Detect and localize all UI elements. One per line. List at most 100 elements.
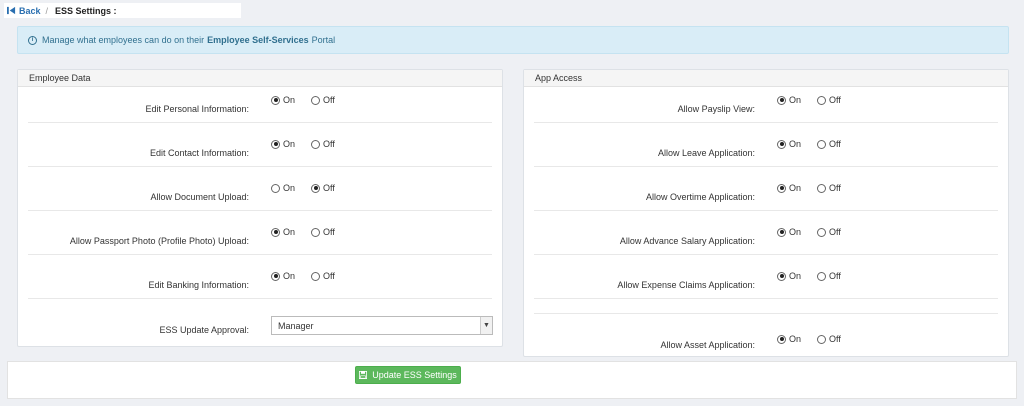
radio-on[interactable]: On [777, 95, 801, 105]
setting-row-edit-contact: Edit Contact Information: On Off [28, 123, 492, 167]
radio-circle-checked[interactable] [271, 227, 280, 237]
radio-off[interactable]: Off [311, 271, 335, 281]
radio-off[interactable]: Off [817, 334, 841, 344]
setting-row-leave: Allow Leave Application: On Off [534, 123, 998, 167]
radio-circle-checked[interactable] [777, 334, 786, 344]
radio-on-label: On [789, 139, 802, 149]
back-link[interactable]: Back [7, 6, 41, 16]
radio-off[interactable]: Off [817, 139, 841, 149]
radio-circle[interactable] [817, 271, 827, 281]
radio-off-label: Off [829, 95, 841, 105]
radio-on-label: On [283, 227, 296, 237]
radio-on[interactable]: On [271, 139, 295, 149]
radio-off[interactable]: Off [311, 227, 335, 237]
radio-on-label: On [789, 334, 802, 344]
radio-circle-checked[interactable] [271, 139, 280, 149]
radio-off[interactable]: Off [817, 183, 841, 193]
setting-row-overtime: Allow Overtime Application: On Off [534, 167, 998, 211]
radio-circle-checked[interactable] [777, 95, 786, 105]
setting-label: Allow Passport Photo (Profile Photo) Upl… [69, 236, 249, 246]
radio-circle[interactable] [817, 95, 827, 105]
setting-label: Allow Expense Claims Application: [617, 280, 755, 290]
radio-off-label: Off [829, 334, 841, 344]
setting-label: Allow Overtime Application: [645, 192, 755, 202]
setting-row-document-upload: Allow Document Upload: On Off [28, 167, 492, 211]
radio-off[interactable]: Off [817, 95, 841, 105]
radio-off[interactable]: Off [311, 95, 335, 105]
radio-off[interactable]: Off [817, 227, 841, 237]
radio-off[interactable]: Off [817, 271, 841, 281]
on-off-group: On Off [271, 183, 351, 193]
on-off-group: On Off [777, 139, 857, 149]
radio-circle[interactable] [311, 139, 321, 149]
radio-on[interactable]: On [777, 183, 801, 193]
radio-circle[interactable] [817, 139, 827, 149]
radio-circle[interactable] [817, 227, 827, 237]
radio-circle-checked[interactable] [777, 227, 786, 237]
on-off-group: On Off [271, 227, 351, 237]
radio-off-label: Off [829, 139, 841, 149]
on-off-group: On Off [777, 183, 857, 193]
radio-circle-checked[interactable] [777, 183, 786, 193]
radio-on-label: On [789, 95, 802, 105]
info-text-after: Portal [311, 35, 336, 45]
setting-label: Allow Payslip View: [677, 104, 755, 114]
on-off-group: On Off [271, 271, 351, 281]
radio-circle-checked[interactable] [311, 183, 321, 193]
radio-on-label: On [283, 95, 296, 105]
radio-on[interactable]: On [777, 271, 801, 281]
radio-circle-checked[interactable] [271, 95, 280, 105]
radio-on[interactable]: On [777, 139, 801, 149]
on-off-group: On Off [777, 95, 857, 105]
radio-circle[interactable] [817, 183, 827, 193]
radio-circle-checked[interactable] [777, 139, 786, 149]
radio-on[interactable]: On [271, 183, 295, 193]
radio-off[interactable]: Off [311, 183, 335, 193]
employee-data-heading: Employee Data [18, 70, 502, 87]
radio-on-label: On [789, 271, 802, 281]
radio-on-label: On [283, 183, 296, 193]
radio-on[interactable]: On [271, 227, 295, 237]
radio-off-label: Off [323, 139, 335, 149]
setting-label: Allow Document Upload: [150, 192, 249, 202]
radio-circle[interactable] [817, 334, 827, 344]
form-footer: Update ESS Settings [7, 361, 1017, 399]
radio-on[interactable]: On [777, 334, 801, 344]
radio-circle[interactable] [271, 183, 280, 193]
chevron-down-icon[interactable]: ▼ [480, 317, 492, 334]
radio-on[interactable]: On [271, 271, 295, 281]
spacer-row [534, 299, 998, 314]
radio-on[interactable]: On [777, 227, 801, 237]
info-icon: i [28, 35, 37, 45]
radio-circle[interactable] [311, 271, 321, 281]
radio-on[interactable]: On [271, 95, 295, 105]
radio-off-label: Off [829, 271, 841, 281]
setting-label: Allow Advance Salary Application: [619, 236, 755, 246]
radio-off-label: Off [829, 183, 841, 193]
setting-row-edit-personal: Edit Personal Information: On Off [28, 88, 492, 123]
setting-label: Edit Contact Information: [149, 148, 249, 158]
radio-circle[interactable] [311, 95, 321, 105]
setting-label: Edit Banking Information: [148, 280, 249, 290]
setting-row-expense-claims: Allow Expense Claims Application: On Off [534, 255, 998, 299]
update-ess-settings-button[interactable]: Update ESS Settings [355, 366, 461, 384]
update-button-label: Update ESS Settings [372, 370, 457, 380]
on-off-group: On Off [271, 95, 351, 105]
radio-off-label: Off [323, 271, 335, 281]
breadcrumb: Back / ESS Settings : [4, 3, 241, 18]
radio-on-label: On [283, 271, 296, 281]
approval-select[interactable]: Manager ▼ [271, 316, 493, 335]
radio-on-label: On [789, 227, 802, 237]
save-icon [359, 371, 368, 379]
radio-circle-checked[interactable] [777, 271, 786, 281]
radio-off-label: Off [323, 227, 335, 237]
radio-on-label: On [789, 183, 802, 193]
on-off-group: On Off [271, 139, 351, 149]
setting-row-advance-salary: Allow Advance Salary Application: On Off [534, 211, 998, 255]
app-access-heading: App Access [524, 70, 1008, 87]
radio-off[interactable]: Off [311, 139, 335, 149]
radio-circle-checked[interactable] [271, 271, 280, 281]
radio-circle[interactable] [311, 227, 321, 237]
setting-label: Allow Asset Application: [660, 340, 755, 350]
setting-row-passport-photo: Allow Passport Photo (Profile Photo) Upl… [28, 211, 492, 255]
